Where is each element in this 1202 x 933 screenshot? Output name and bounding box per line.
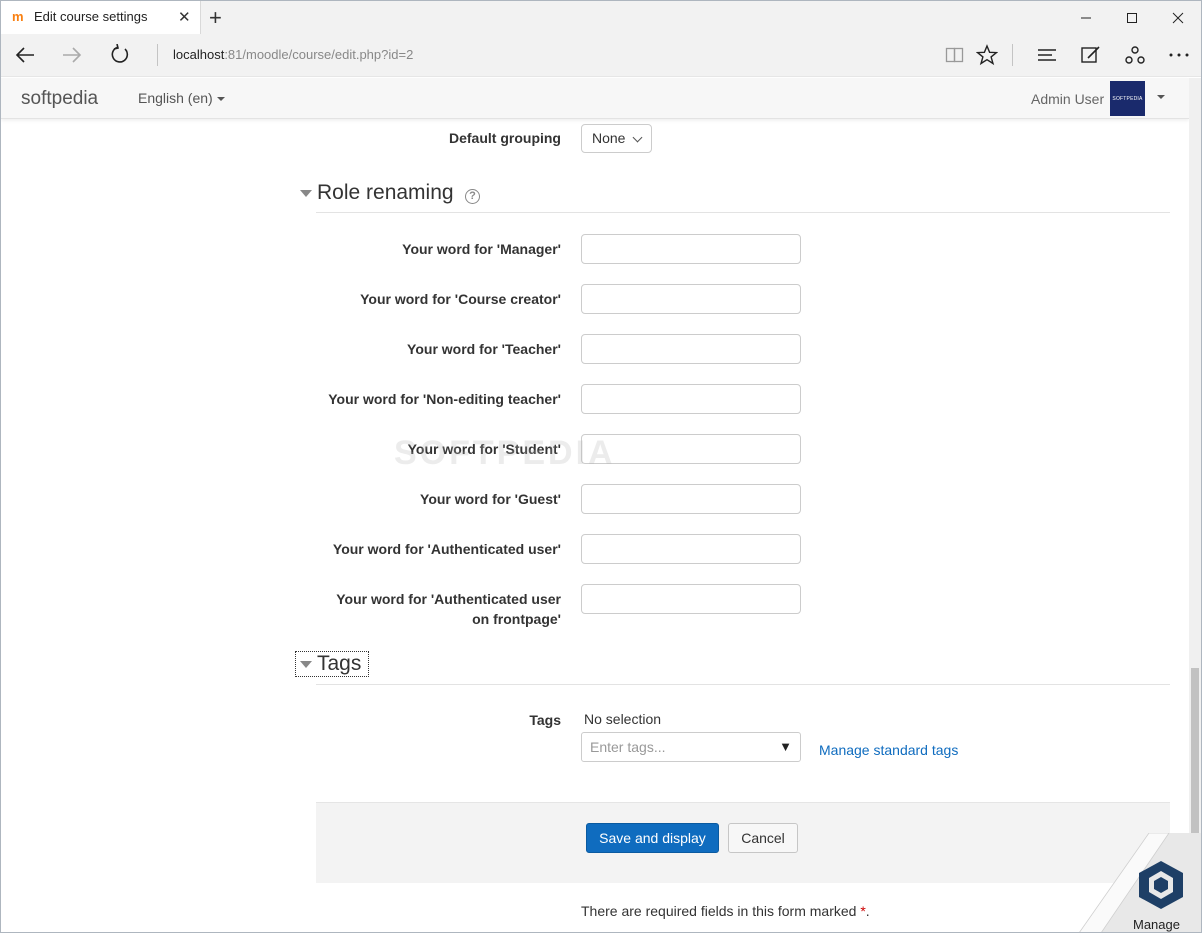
- dropdown-arrow-icon[interactable]: ▼: [779, 739, 792, 754]
- refresh-icon[interactable]: [104, 40, 136, 70]
- close-tab-icon[interactable]: ✕: [178, 8, 191, 26]
- chevron-down-icon: [632, 132, 643, 143]
- role-label-authenticated-frontpage-line2: on frontpage': [472, 611, 561, 627]
- url-host: localhost: [173, 47, 225, 62]
- role-label-non-editing-teacher: Your word for 'Non-editing teacher': [328, 391, 561, 407]
- toolbar-separator: [1012, 44, 1013, 66]
- favorite-star-icon[interactable]: [971, 40, 1003, 70]
- role-input-authenticated-frontpage[interactable]: [581, 584, 801, 614]
- tags-input[interactable]: Enter tags... ▼: [581, 732, 801, 762]
- url-separator: [157, 44, 158, 66]
- share-icon[interactable]: [1119, 40, 1151, 70]
- tags-placeholder: Enter tags...: [590, 739, 666, 755]
- hub-icon[interactable]: [1031, 40, 1063, 70]
- role-label-course-creator: Your word for 'Course creator': [360, 291, 561, 307]
- address-bar: localhost:81/moodle/course/edit.php?id=2: [1, 34, 1201, 77]
- required-note-text: There are required fields in this form m…: [581, 903, 857, 919]
- required-note-end: .: [865, 903, 870, 919]
- main-content: Default grouping None Role renaming ? Yo…: [1, 119, 1189, 932]
- close-window-icon[interactable]: [1155, 1, 1201, 34]
- default-grouping-value: None: [592, 130, 626, 146]
- tab-title: Edit course settings: [34, 9, 148, 24]
- more-icon[interactable]: [1163, 40, 1195, 70]
- minimize-icon[interactable]: [1063, 1, 1109, 34]
- tags-section-title[interactable]: Tags: [317, 652, 361, 676]
- collapse-triangle-icon[interactable]: [300, 190, 312, 197]
- scrollbar[interactable]: [1189, 78, 1201, 932]
- role-label-teacher: Your word for 'Teacher': [407, 341, 561, 357]
- language-menu[interactable]: English (en): [138, 90, 225, 106]
- default-grouping-label: Default grouping: [449, 130, 561, 146]
- role-label-authenticated-user: Your word for 'Authenticated user': [332, 541, 561, 557]
- save-and-display-button[interactable]: Save and display: [586, 823, 719, 853]
- role-input-course-creator[interactable]: [581, 284, 801, 314]
- browser-tab[interactable]: m Edit course settings ✕: [1, 1, 201, 34]
- role-label-authenticated-frontpage-line1: Your word for 'Authenticated user: [336, 591, 561, 607]
- tags-label: Tags: [529, 712, 561, 728]
- url-path: :81/moodle/course/edit.php?id=2: [224, 47, 414, 62]
- required-fields-note: There are required fields in this form m…: [581, 903, 870, 919]
- site-header: softpedia English (en) Admin User SOFTPE…: [1, 78, 1189, 119]
- browser-window: m Edit course settings ✕ + localhost:81/…: [0, 0, 1202, 933]
- form-actions: Save and display Cancel: [316, 802, 1170, 883]
- role-input-guest[interactable]: [581, 484, 801, 514]
- maximize-icon[interactable]: [1109, 1, 1155, 34]
- role-input-manager[interactable]: [581, 234, 801, 264]
- moodle-favicon-icon: m: [12, 9, 24, 24]
- new-tab-icon[interactable]: +: [209, 5, 222, 31]
- user-menu-chevron-icon[interactable]: [1157, 95, 1165, 99]
- forward-icon[interactable]: [56, 40, 88, 70]
- url-field[interactable]: localhost:81/moodle/course/edit.php?id=2: [173, 47, 413, 62]
- default-grouping-select[interactable]: None: [581, 124, 652, 153]
- language-label: English (en): [138, 90, 213, 106]
- tags-selection-status: No selection: [584, 711, 662, 727]
- chevron-down-icon: [216, 97, 225, 102]
- manage-standard-tags-link[interactable]: Manage standard tags: [819, 742, 958, 758]
- help-icon[interactable]: ?: [465, 189, 480, 204]
- role-input-non-editing-teacher[interactable]: [581, 384, 801, 414]
- role-renaming-title[interactable]: Role renaming: [317, 181, 454, 205]
- role-input-teacher[interactable]: [581, 334, 801, 364]
- collapse-triangle-icon[interactable]: [300, 661, 312, 668]
- back-icon[interactable]: [9, 40, 41, 70]
- tags-header[interactable]: [316, 649, 1170, 685]
- reading-view-icon[interactable]: [939, 40, 971, 70]
- site-brand-link[interactable]: softpedia: [21, 88, 98, 110]
- tab-bar: m Edit course settings ✕ +: [1, 1, 1201, 34]
- user-name[interactable]: Admin User: [1031, 91, 1104, 107]
- role-label-manager: Your word for 'Manager': [402, 241, 561, 257]
- watermark: SOFTPEDIA: [394, 434, 616, 472]
- web-note-icon[interactable]: [1075, 40, 1107, 70]
- manage-widget[interactable]: Manage: [1079, 833, 1201, 932]
- avatar[interactable]: SOFTPEDIA: [1110, 81, 1145, 116]
- cancel-button[interactable]: Cancel: [728, 823, 798, 853]
- manage-label: Manage: [1133, 917, 1180, 932]
- role-input-authenticated-user[interactable]: [581, 534, 801, 564]
- role-label-guest: Your word for 'Guest': [420, 491, 561, 507]
